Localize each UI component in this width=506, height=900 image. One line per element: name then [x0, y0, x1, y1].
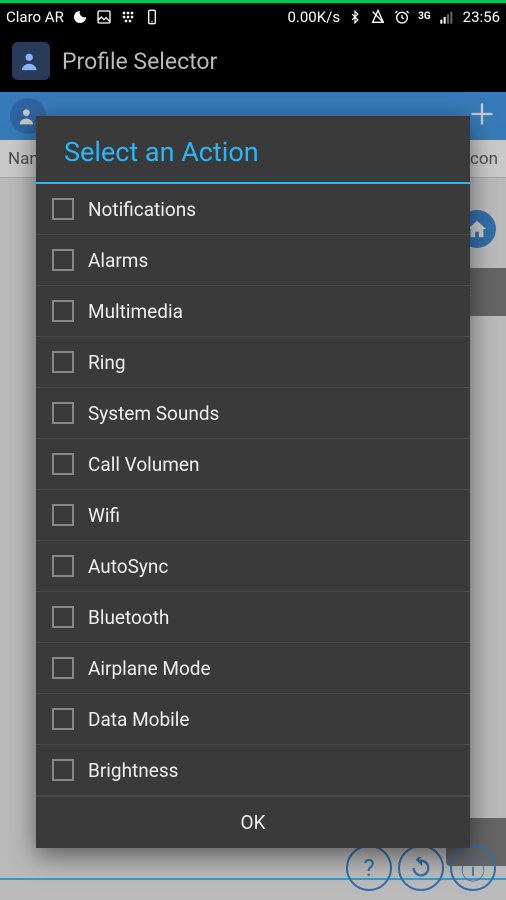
list-item[interactable]: Ring [36, 337, 470, 388]
list-item[interactable]: Data Mobile [36, 694, 470, 745]
list-item-label: Brightness [88, 759, 178, 782]
carrier-label: Claro AR [6, 8, 64, 26]
list-item[interactable]: Bluetooth [36, 592, 470, 643]
checkbox[interactable] [52, 708, 74, 730]
phone-icon [144, 9, 160, 25]
alarm-icon [394, 9, 410, 25]
list-item[interactable]: System Sounds [36, 388, 470, 439]
checkbox[interactable] [52, 657, 74, 679]
bbm-icon [120, 9, 136, 25]
list-item-label: Call Volumen [88, 453, 200, 476]
list-item[interactable]: Wifi [36, 490, 470, 541]
status-bar: Claro AR 0.00K/s 3G 23:56 [0, 0, 506, 30]
checkbox[interactable] [52, 759, 74, 781]
list-item[interactable]: Notifications [36, 184, 470, 235]
list-item[interactable]: Alarms [36, 235, 470, 286]
dialog-list: Notifications Alarms Multimedia Ring System … [36, 184, 470, 796]
checkbox[interactable] [52, 351, 74, 373]
list-item-label: Wifi [88, 504, 120, 527]
list-item-label: Alarms [88, 249, 148, 272]
checkbox[interactable] [52, 300, 74, 322]
app-bar: Profile Selector [0, 30, 506, 92]
checkbox[interactable] [52, 555, 74, 577]
ok-button[interactable]: OK [36, 811, 470, 834]
list-item[interactable]: Brightness [36, 745, 470, 796]
list-item-label: Data Mobile [88, 708, 189, 731]
checkbox[interactable] [52, 198, 74, 220]
dialog-title: Select an Action [36, 116, 470, 182]
checkbox[interactable] [52, 453, 74, 475]
list-item[interactable]: Airplane Mode [36, 643, 470, 694]
network-3g-icon: 3G [418, 11, 431, 22]
checkbox[interactable] [52, 504, 74, 526]
list-item[interactable]: AutoSync [36, 541, 470, 592]
moon-icon [72, 9, 88, 25]
vibrate-icon [370, 9, 386, 25]
checkbox[interactable] [52, 606, 74, 628]
dialog-footer: OK [36, 796, 470, 848]
app-icon [12, 42, 50, 80]
checkbox[interactable] [52, 402, 74, 424]
list-item-label: Ring [88, 351, 126, 374]
signal-icon [439, 9, 455, 25]
data-speed: 0.00K/s [287, 8, 340, 26]
image-icon [96, 9, 112, 25]
list-item[interactable]: Multimedia [36, 286, 470, 337]
checkbox[interactable] [52, 249, 74, 271]
list-item-label: Airplane Mode [88, 657, 211, 680]
list-item-label: Bluetooth [88, 606, 169, 629]
list-item[interactable]: Call Volumen [36, 439, 470, 490]
list-item-label: Multimedia [88, 300, 183, 323]
bluetooth-icon [348, 10, 362, 24]
select-action-dialog: Select an Action Notifications Alarms Mult… [36, 116, 470, 848]
list-item-label: Notifications [88, 198, 196, 221]
list-item-label: AutoSync [88, 555, 168, 578]
list-item-label: System Sounds [88, 402, 219, 425]
app-title: Profile Selector [62, 48, 217, 75]
clock-time: 23:56 [463, 8, 500, 26]
